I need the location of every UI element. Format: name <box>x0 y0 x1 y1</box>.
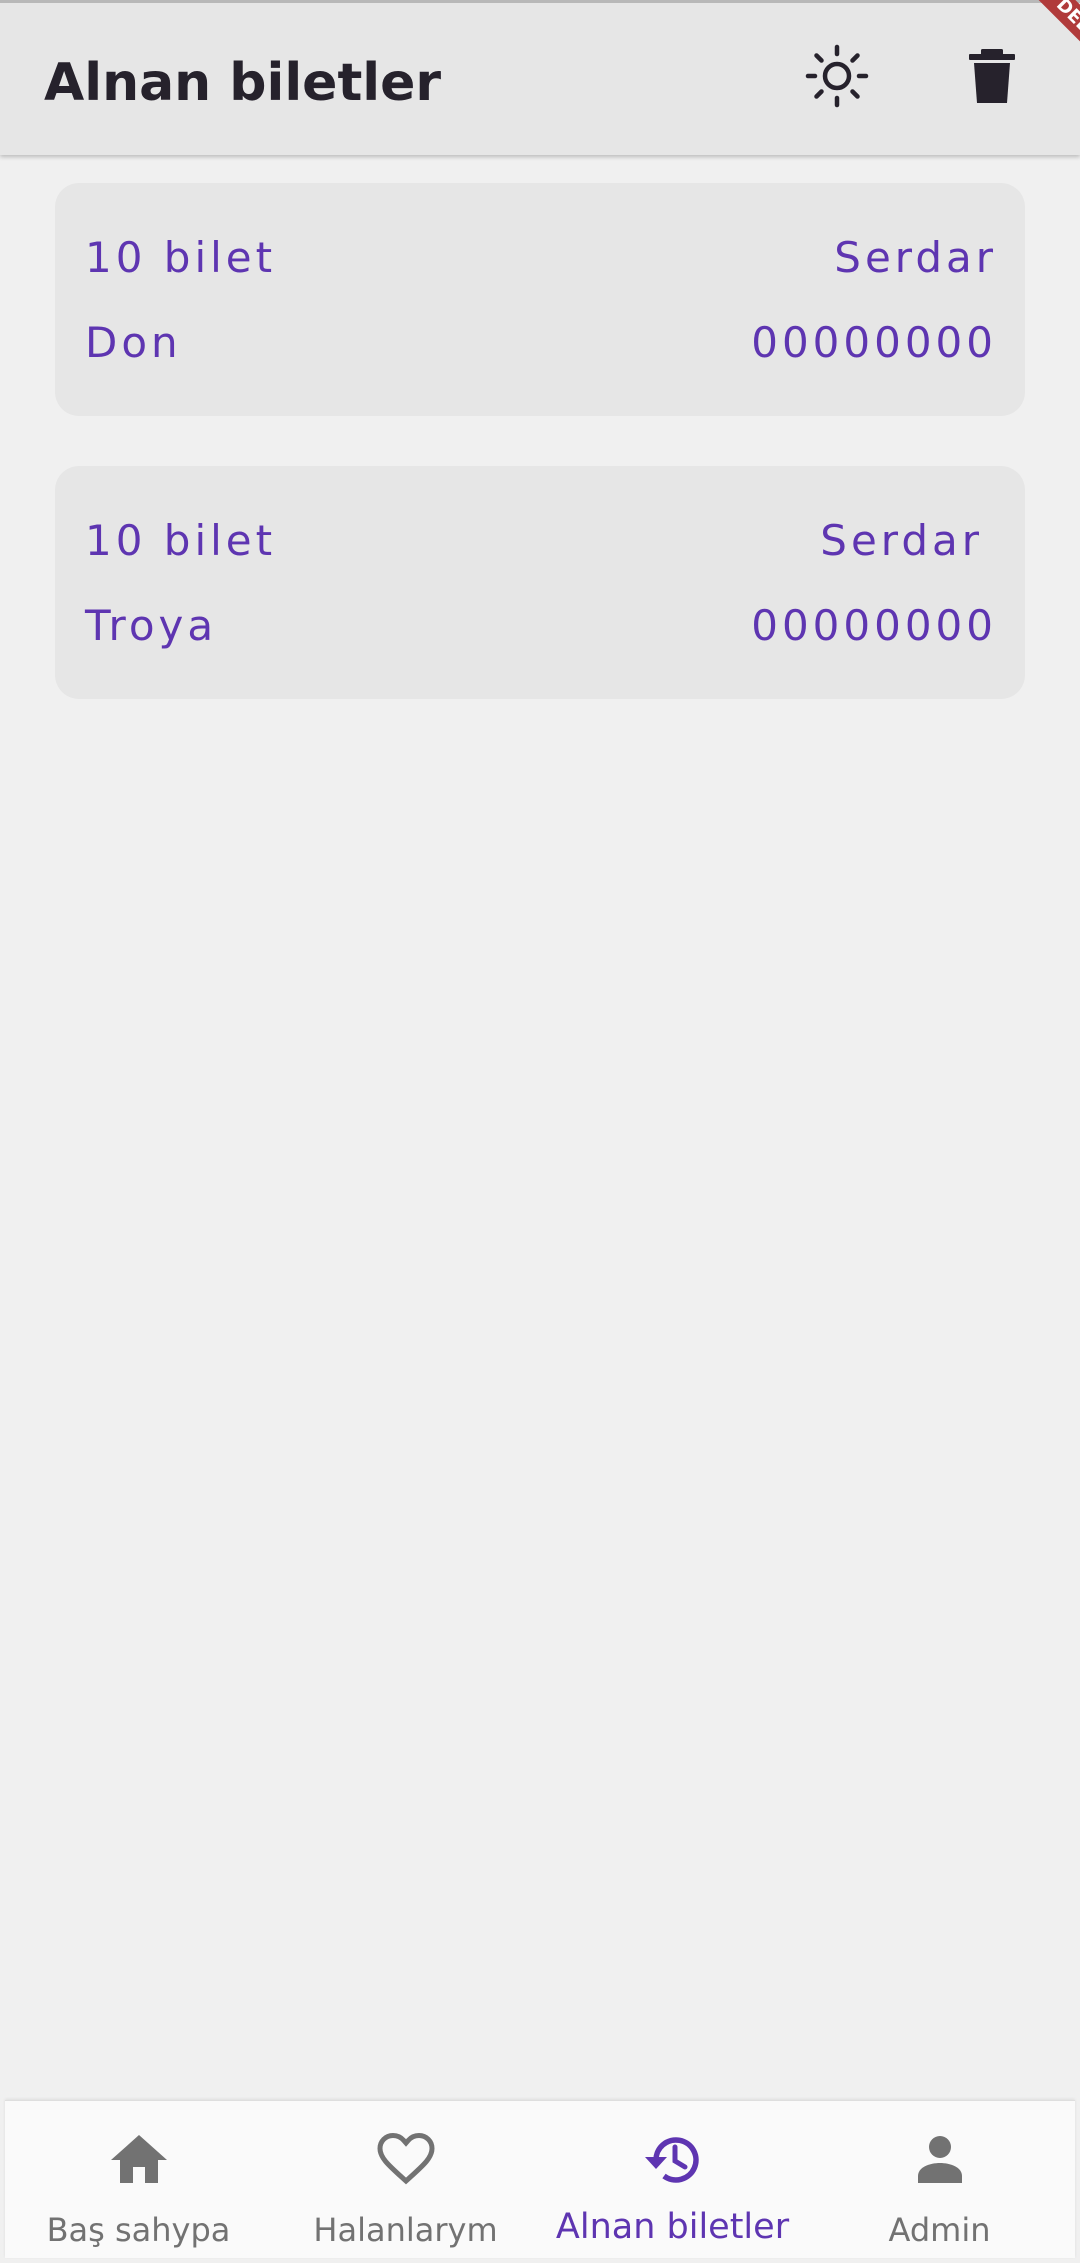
nav-label-purchased-tickets: Alnan biletler <box>555 2207 790 2247</box>
nav-label-favorites: Halanlarym <box>313 2211 498 2249</box>
ticket-card[interactable]: 10 bilet Serdar Troya 00000000 <box>55 466 1025 699</box>
ticket-count: 10 bilet <box>85 233 277 282</box>
ticket-buyer-name: Serdar <box>820 516 983 565</box>
nav-label-admin: Admin <box>888 2211 991 2249</box>
app-bar: Alnan biletler <box>0 0 1080 155</box>
debug-banner: DEBUG <box>1000 0 1080 80</box>
heart-outline-icon <box>374 2127 438 2191</box>
nav-label-home: Baş sahypa <box>46 2211 231 2249</box>
debug-banner-label: DEBUG <box>1018 0 1080 80</box>
theme-toggle-button[interactable] <box>792 33 882 123</box>
nav-item-admin[interactable]: Admin <box>806 2101 1073 2258</box>
ticket-count: 10 bilet <box>85 516 277 565</box>
person-icon <box>908 2127 972 2191</box>
page-title: Alnan biletler <box>44 53 442 113</box>
ticket-buyer-name: Serdar <box>834 233 997 282</box>
ticket-phone: 00000000 <box>751 601 997 650</box>
ticket-phone: 00000000 <box>751 318 997 367</box>
history-icon <box>641 2127 705 2191</box>
nav-item-favorites[interactable]: Halanlarym <box>272 2101 539 2258</box>
nav-item-home[interactable]: Baş sahypa <box>5 2101 272 2258</box>
sun-icon <box>804 43 870 113</box>
ticket-title: Troya <box>85 601 218 650</box>
ticket-card[interactable]: 10 bilet Serdar Don 00000000 <box>55 183 1025 416</box>
home-icon <box>107 2127 171 2191</box>
nav-item-purchased-tickets[interactable]: Alnan biletler <box>539 2101 806 2258</box>
bottom-navigation: Baş sahypa Halanlarym Alnan biletler Adm… <box>5 2100 1075 2258</box>
ticket-title: Don <box>85 318 182 367</box>
